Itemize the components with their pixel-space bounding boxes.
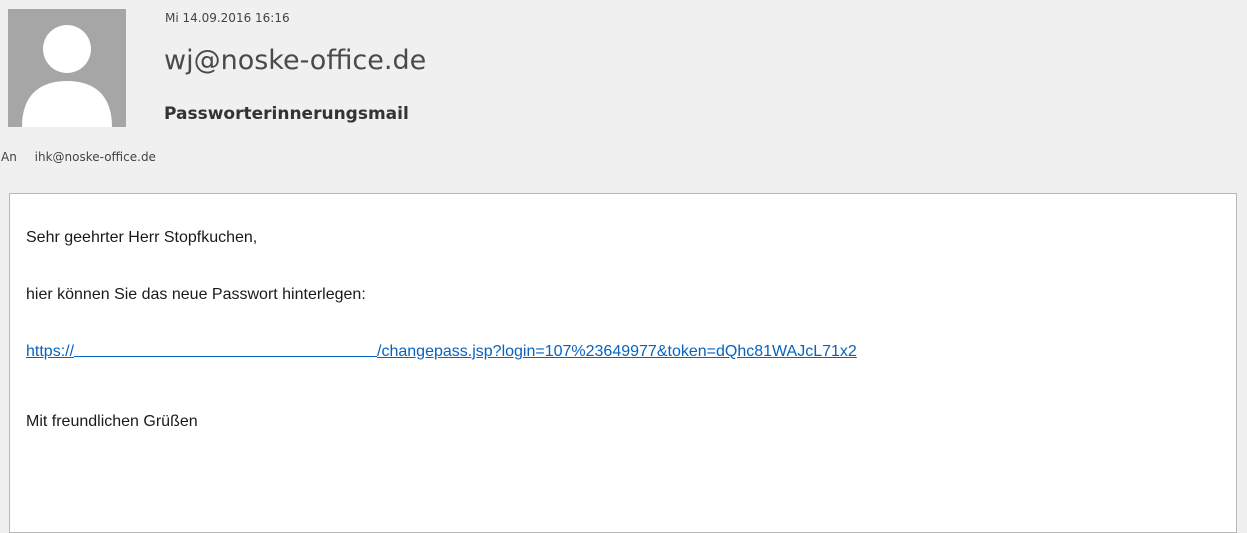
redacted-host bbox=[74, 355, 378, 357]
sender-address[interactable]: wj@noske-office.de bbox=[164, 45, 426, 76]
recipient-address[interactable]: ihk@noske-office.de bbox=[35, 150, 156, 164]
intro-text: hier können Sie das neue Passwort hinter… bbox=[26, 286, 366, 303]
message-body: Sehr geehrter Herr Stopfkuchen, hier kön… bbox=[9, 193, 1237, 533]
link-prefix: https:// bbox=[26, 343, 75, 360]
recipient-line: An ihk@noske-office.de bbox=[1, 150, 156, 164]
greeting-text: Sehr geehrter Herr Stopfkuchen, bbox=[26, 229, 258, 246]
link-suffix: /changepass.jsp?login=107%23649977&token… bbox=[377, 343, 857, 360]
sent-date: Mi 14.09.2016 16:16 bbox=[165, 11, 290, 25]
avatar[interactable] bbox=[8, 9, 126, 127]
password-reset-link[interactable]: https:// /changepass.jsp?login=107%236499… bbox=[26, 343, 857, 360]
recipient-label: An bbox=[1, 150, 17, 164]
subject-line: Passworterinnerungsmail bbox=[164, 104, 409, 124]
closing-text: Mit freundlichen Grüßen bbox=[26, 413, 198, 430]
password-reset-link-line: https:// /changepass.jsp?login=107%236499… bbox=[26, 343, 857, 361]
person-silhouette-icon bbox=[22, 25, 112, 127]
